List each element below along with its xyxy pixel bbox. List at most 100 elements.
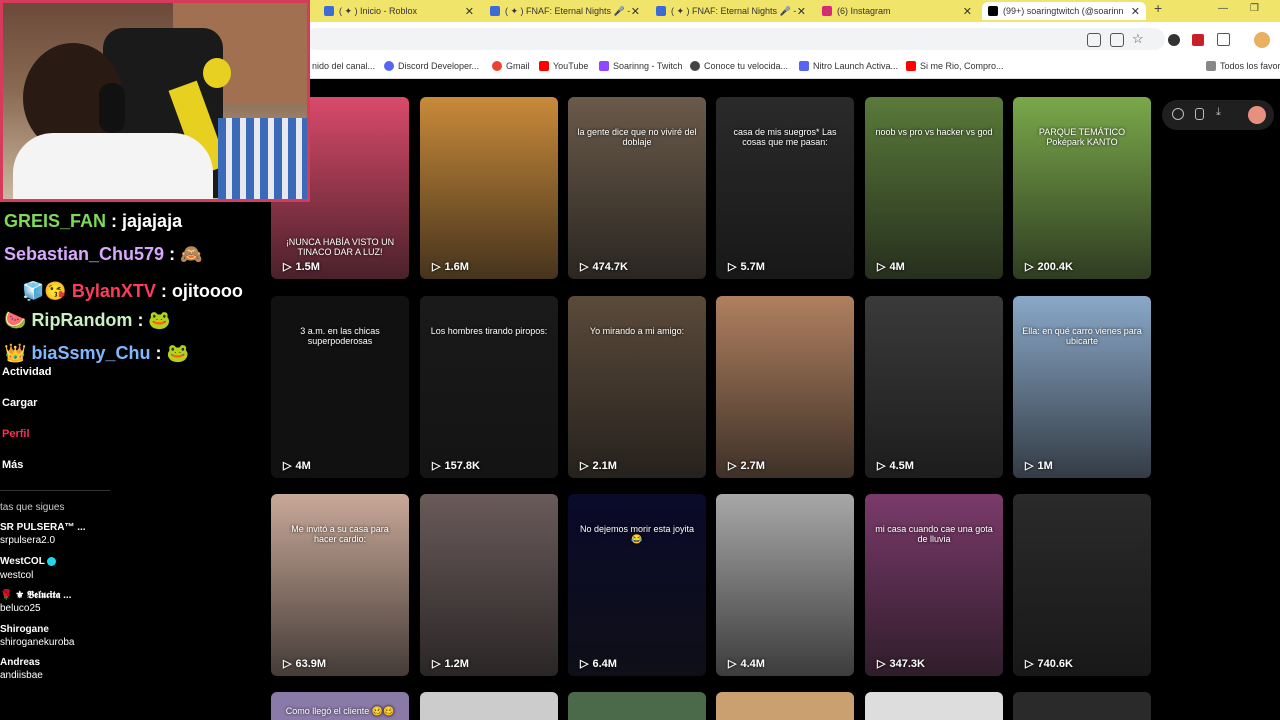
nav-activity[interactable]: Actividad bbox=[2, 366, 52, 378]
see-more-link[interactable]: Ver más bbox=[2, 695, 44, 707]
roblox-favicon-icon bbox=[656, 6, 666, 16]
person-body bbox=[13, 133, 213, 199]
view-count-value: 157.8K bbox=[444, 459, 480, 472]
phone-icon[interactable] bbox=[1195, 108, 1204, 120]
new-tab-icon[interactable]: + bbox=[1154, 0, 1162, 16]
edit-icon[interactable] bbox=[1172, 108, 1184, 120]
video-thumbnail[interactable]: Ella: en qué carro vienes para ubicarte ▷… bbox=[1013, 296, 1151, 478]
tab-fnaf-1[interactable]: ( ✦ ) FNAF: Eternal Nights 🎤 - ✕ bbox=[484, 2, 646, 20]
video-thumbnail[interactable]: ▷ 740.6K bbox=[1013, 494, 1151, 676]
nitro-icon bbox=[799, 61, 809, 71]
video-thumbnail[interactable]: Me invitó a su casa para hacer cardio: ▷ 6… bbox=[271, 494, 409, 676]
following-name[interactable]: 🌹 ⚜ 𝕭𝖊𝖑𝖚𝖈𝖎𝖙𝖆 ... bbox=[0, 590, 71, 601]
video-thumbnail[interactable]: ▷ 1.2M bbox=[420, 494, 558, 676]
install-app-icon[interactable] bbox=[1087, 33, 1101, 47]
bookmark-item[interactable]: Conoce tu velocida... bbox=[690, 61, 788, 71]
avatar-icon[interactable] bbox=[1248, 106, 1266, 124]
play-icon: ▷ bbox=[432, 261, 441, 273]
media-toolbar: ⤓ bbox=[1162, 100, 1274, 130]
video-thumbnail[interactable] bbox=[420, 692, 558, 720]
following-name[interactable]: Shirogane bbox=[0, 624, 49, 635]
video-thumbnail[interactable]: mi casa cuando cae una gota de lluvia ▷ 34… bbox=[865, 494, 1003, 676]
view-count-value: 6.4M bbox=[592, 657, 617, 670]
bookmark-star-icon[interactable]: ☆ bbox=[1132, 31, 1144, 47]
view-count-value: 4.5M bbox=[889, 459, 914, 472]
video-thumbnail[interactable]: Los hombres tirando piropos: ▷ 157.8K bbox=[420, 296, 558, 478]
close-tab-icon[interactable]: ✕ bbox=[631, 5, 640, 18]
following-name[interactable]: WestCOL bbox=[0, 556, 57, 567]
video-thumbnail[interactable]: Como llegó el cliente 🥴🥴 bbox=[271, 692, 409, 720]
video-thumbnail[interactable]: ▷ 2.7M bbox=[716, 296, 854, 478]
video-thumbnail[interactable] bbox=[1013, 692, 1151, 720]
download-icon[interactable]: ⤓ bbox=[1216, 106, 1228, 118]
video-thumbnail[interactable]: ▷ 4.5M bbox=[865, 296, 1003, 478]
view-count: ▷ 1.6M bbox=[432, 260, 469, 274]
bookmark-item[interactable]: Nitro Launch Activa... bbox=[799, 61, 898, 71]
play-icon: ▷ bbox=[283, 658, 292, 670]
chat-badge-icon: 🆇🧊😘 bbox=[4, 281, 67, 301]
following-handle: beluco25 bbox=[0, 603, 41, 614]
tab-roblox[interactable]: ( ✦ ) Inicio - Roblox ✕ bbox=[318, 2, 480, 20]
video-thumbnail[interactable]: noob vs pro vs hacker vs god ▷ 4M bbox=[865, 97, 1003, 279]
close-tab-icon[interactable]: ✕ bbox=[465, 5, 474, 18]
extension-red-icon[interactable] bbox=[1192, 34, 1204, 46]
bookmark-item[interactable]: Todos los favori bbox=[1206, 61, 1280, 71]
bookmark-item[interactable]: Soarinng - Twitch bbox=[599, 61, 682, 71]
view-count-value: 63.9M bbox=[295, 657, 327, 670]
bookmark-item[interactable]: YouTube bbox=[539, 61, 588, 71]
bookmark-item[interactable]: Si me Rio, Compro... bbox=[906, 61, 1004, 71]
view-count: ▷ 1.2M bbox=[432, 657, 469, 671]
url-field[interactable] bbox=[305, 28, 1165, 50]
following-name[interactable]: SR PULSERA™ ... bbox=[0, 522, 86, 533]
play-icon: ▷ bbox=[580, 658, 589, 670]
video-thumbnail[interactable]: la gente dice que no viviré del doblaje ▷… bbox=[568, 97, 706, 279]
play-icon: ▷ bbox=[877, 460, 886, 472]
video-thumbnail[interactable]: No dejemos morir esta joyita😂 ▷ 6.4M bbox=[568, 494, 706, 676]
view-count: ▷ 200.4K bbox=[1025, 260, 1073, 274]
nav-upload[interactable]: Cargar bbox=[2, 397, 37, 409]
play-icon: ▷ bbox=[1025, 658, 1034, 670]
view-count: ▷ 157.8K bbox=[432, 459, 480, 473]
extensions-puzzle-icon[interactable] bbox=[1217, 33, 1230, 46]
close-tab-icon[interactable]: ✕ bbox=[963, 5, 972, 18]
play-icon: ▷ bbox=[728, 261, 737, 273]
play-icon: ▷ bbox=[432, 658, 441, 670]
following-name[interactable]: Andreas bbox=[0, 657, 40, 668]
video-thumbnail[interactable]: casa de mis suegros* Las cosas que me pa… bbox=[716, 97, 854, 279]
tab-fnaf-2[interactable]: ( ✦ ) FNAF: Eternal Nights 🎤 - ✕ bbox=[650, 2, 812, 20]
view-count-value: 4M bbox=[889, 260, 905, 273]
view-count: ▷ 4M bbox=[283, 459, 311, 473]
video-thumbnail[interactable]: ▷ 4.4M bbox=[716, 494, 854, 676]
tab-instagram[interactable]: (6) Instagram ✕ bbox=[816, 2, 978, 20]
plush-toy bbox=[203, 58, 231, 88]
view-count-value: 4M bbox=[295, 459, 311, 472]
play-icon: ▷ bbox=[728, 658, 737, 670]
video-thumbnail[interactable]: ▷ 1.6M bbox=[420, 97, 558, 279]
view-count-value: 4.4M bbox=[740, 657, 765, 670]
profile-circle-icon[interactable] bbox=[1168, 34, 1180, 46]
avatar-icon[interactable] bbox=[1254, 32, 1270, 48]
video-thumbnail[interactable] bbox=[568, 692, 706, 720]
maximize-icon[interactable]: ❐ bbox=[1250, 3, 1259, 14]
video-thumbnail[interactable]: Yo mirando a mi amigo: ▷ 2.1M bbox=[568, 296, 706, 478]
nav-more[interactable]: Más bbox=[2, 459, 23, 471]
view-count: ▷ 63.9M bbox=[283, 657, 327, 671]
following-accounts-heading: tas que sigues bbox=[0, 502, 65, 513]
bookmark-item[interactable]: Gmail bbox=[492, 61, 530, 71]
video-thumbnail[interactable]: 3 a.m. en las chicas superpoderosas ▷ 4M bbox=[271, 296, 409, 478]
close-tab-icon[interactable]: ✕ bbox=[1131, 5, 1140, 18]
view-count: ▷ 4.5M bbox=[877, 459, 914, 473]
minimize-icon[interactable]: — bbox=[1218, 3, 1228, 14]
following-handle: andiisbae bbox=[0, 670, 43, 681]
bookmark-item[interactable]: nido del canal... bbox=[312, 61, 375, 71]
close-tab-icon[interactable]: ✕ bbox=[797, 5, 806, 18]
tiktok-favicon-icon bbox=[988, 6, 998, 16]
translate-icon[interactable] bbox=[1110, 33, 1124, 47]
bookmark-item[interactable]: Discord Developer... bbox=[384, 61, 479, 71]
tab-tiktok-active[interactable]: (99+) soaringtwitch (@soarinn ✕ bbox=[982, 2, 1146, 20]
video-thumbnail[interactable] bbox=[865, 692, 1003, 720]
view-count-value: 1.5M bbox=[295, 260, 320, 273]
video-thumbnail[interactable] bbox=[716, 692, 854, 720]
video-thumbnail[interactable]: PARQUE TEMÁTICO Poképark KANTO ▷ 200.4K bbox=[1013, 97, 1151, 279]
nav-profile[interactable]: Perfil bbox=[2, 428, 30, 440]
